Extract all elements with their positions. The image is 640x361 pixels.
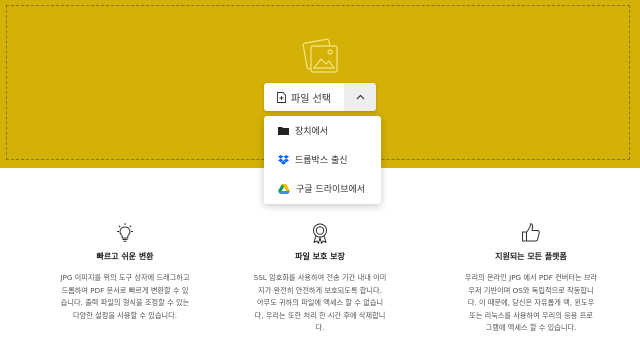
- menu-item-label: 구글 드라이브에서: [296, 185, 366, 195]
- lightbulb-icon: [117, 223, 133, 242]
- feature-title: 빠르고 쉬운 변환: [96, 252, 154, 261]
- badge-icon: [313, 223, 327, 244]
- feature-title: 파일 보호 보장: [295, 252, 345, 261]
- menu-item-google-drive[interactable]: 구글 드라이브에서: [264, 174, 381, 203]
- dropbox-icon: [278, 154, 289, 165]
- menu-item-label: 드롭박스 출신: [295, 156, 348, 166]
- feature-file-protection: 파일 보호 보장 SSL 암호화를 사용하여 전송 기간 내내 이미 지가 완전…: [235, 222, 405, 335]
- google-drive-icon: [278, 183, 290, 194]
- feature-all-platforms: 지원되는 모든 플랫폼 우리의 온라인 JPG 에서 PDF 컨버터는 브라 우…: [446, 222, 616, 335]
- feature-description: JPG 이미지를 위의 도구 상자에 드래그하고 드롭하여 PDF 문서로 빠르…: [60, 273, 190, 320]
- feature-fast-conversion: 빠르고 쉬운 변환 JPG 이미지를 위의 도구 상자에 드래그하고 드롭하여 …: [40, 222, 210, 322]
- images-icon: [302, 38, 338, 73]
- feature-description: 우리의 온라인 JPG 에서 PDF 컨버터는 브라 우저 기반이며 OS와 독…: [464, 273, 598, 332]
- choose-file-group: 파일 선택: [264, 83, 376, 111]
- source-menu: 장치에서 드롭박스 출신 구글 드라이브에서: [264, 116, 381, 204]
- file-icon: [277, 91, 286, 103]
- choose-file-button[interactable]: 파일 선택: [264, 83, 344, 111]
- chevron-up-icon: [356, 94, 364, 100]
- folder-icon: [278, 127, 289, 135]
- source-menu-toggle[interactable]: [344, 83, 376, 111]
- feature-title: 지원되는 모든 플랫폼: [495, 252, 567, 261]
- thumbs-up-icon: [522, 223, 540, 242]
- choose-file-label: 파일 선택: [291, 93, 331, 105]
- menu-item-dropbox[interactable]: 드롭박스 출신: [264, 145, 381, 174]
- menu-item-label: 장치에서: [295, 127, 329, 137]
- menu-item-device[interactable]: 장치에서: [264, 116, 381, 145]
- feature-description: SSL 암호화를 사용하여 전송 기간 내내 이미 지가 완전히 안전하게 보호…: [253, 273, 387, 332]
